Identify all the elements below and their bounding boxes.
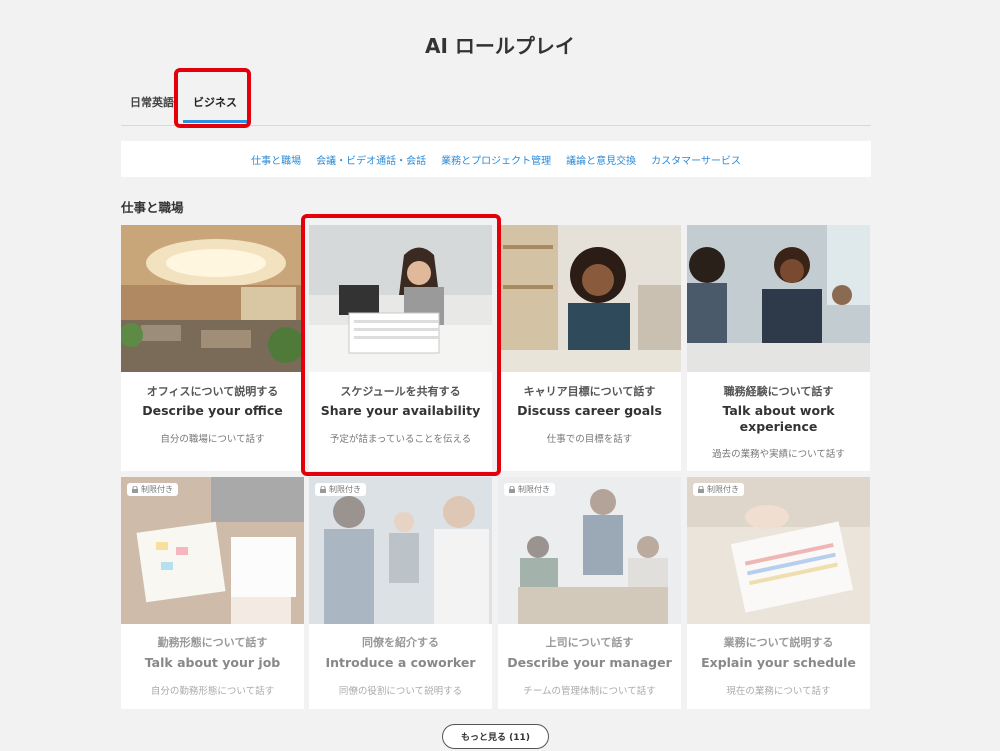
card-title-en: Talk about work experience bbox=[722, 403, 835, 434]
restricted-label: 制限付き bbox=[707, 485, 739, 494]
category-link-projects[interactable]: 業務とプロジェクト管理 bbox=[441, 152, 551, 167]
card-title-jp: 職務経験について話す bbox=[723, 385, 834, 398]
show-more-button[interactable]: もっと見る (11) bbox=[442, 724, 549, 749]
lock-icon bbox=[132, 486, 138, 493]
card-description: 過去の業務や実績について話す bbox=[712, 449, 845, 460]
lock-icon bbox=[320, 486, 326, 493]
card-description: チームの管理体制について話す bbox=[523, 686, 656, 697]
section-title: 仕事と職場 bbox=[121, 200, 184, 215]
highlight-box-share-availability bbox=[301, 214, 501, 476]
restricted-label: 制限付き bbox=[141, 485, 173, 494]
roleplay-card-introduce-coworker[interactable]: 制限付き 同僚を紹介する Introduce a coworker 同僚の役割に… bbox=[309, 477, 492, 709]
category-link-work[interactable]: 仕事と職場 bbox=[251, 152, 301, 167]
card-title-jp: 業務について説明する bbox=[723, 636, 834, 649]
card-title-jp: キャリア目標について話す bbox=[523, 385, 656, 398]
card-title-jp: 同僚を紹介する bbox=[362, 636, 439, 649]
card-description: 仕事での目標を話す bbox=[546, 434, 633, 445]
roleplay-card-explain-schedule[interactable]: 制限付き 業務について説明する Explain your schedule 現在… bbox=[687, 477, 870, 709]
card-description: 自分の職場について話す bbox=[160, 434, 265, 445]
card-image-desk-planning bbox=[121, 477, 304, 624]
category-link-discussion[interactable]: 議論と意見交換 bbox=[566, 152, 636, 167]
card-description: 現在の業務について話す bbox=[726, 686, 831, 697]
card-title-en: Describe your office bbox=[142, 403, 283, 418]
restricted-label: 制限付き bbox=[329, 485, 361, 494]
card-title-en: Introduce a coworker bbox=[325, 655, 476, 670]
card-title-en: Describe your manager bbox=[507, 655, 672, 670]
card-title-en: Talk about your job bbox=[144, 655, 281, 670]
roleplay-card-career-goals[interactable]: キャリア目標について話す Discuss career goals 仕事での目標… bbox=[498, 225, 681, 471]
category-link-meetings[interactable]: 会議・ビデオ通話・会話 bbox=[316, 152, 426, 167]
card-title-en: Explain your schedule bbox=[701, 655, 856, 670]
card-image-documents bbox=[687, 477, 870, 624]
card-image-meeting bbox=[687, 225, 870, 372]
restricted-badge: 制限付き bbox=[693, 483, 744, 496]
roleplay-card-work-experience[interactable]: 職務経験について話す Talk about work experience 過去… bbox=[687, 225, 870, 471]
page-title: AI ロールプレイ bbox=[425, 34, 575, 58]
category-link-customer-service[interactable]: カスタマーサービス bbox=[651, 152, 741, 167]
card-image-office bbox=[121, 225, 304, 372]
lock-icon bbox=[509, 486, 515, 493]
card-image-team-meeting bbox=[498, 477, 681, 624]
roleplay-card-describe-office[interactable]: オフィスについて説明する Describe your office 自分の職場に… bbox=[121, 225, 304, 471]
restricted-badge: 制限付き bbox=[315, 483, 366, 496]
tab-daily-english[interactable]: 日常英語 bbox=[130, 94, 174, 110]
card-title-en: Discuss career goals bbox=[517, 403, 662, 418]
lock-icon bbox=[698, 486, 704, 493]
card-image-coworkers bbox=[309, 477, 492, 624]
category-bar: 仕事と職場 会議・ビデオ通話・会話 業務とプロジェクト管理 議論と意見交換 カス… bbox=[121, 141, 871, 177]
card-description: 自分の勤務形態について話す bbox=[150, 686, 275, 697]
card-title-jp: 勤務形態について話す bbox=[157, 636, 268, 649]
card-title-jp: 上司について話す bbox=[545, 636, 634, 649]
roleplay-card-describe-manager[interactable]: 制限付き 上司について話す Describe your manager チームの… bbox=[498, 477, 681, 709]
card-title-jp: オフィスについて説明する bbox=[146, 385, 279, 398]
restricted-badge: 制限付き bbox=[127, 483, 178, 496]
restricted-badge: 制限付き bbox=[504, 483, 555, 496]
restricted-label: 制限付き bbox=[518, 485, 550, 494]
card-description: 同僚の役割について説明する bbox=[338, 686, 463, 697]
roleplay-card-talk-about-job[interactable]: 制限付き 勤務形態について話す Talk about your job 自分の勤… bbox=[121, 477, 304, 709]
card-image-career-discussion bbox=[498, 225, 681, 372]
highlight-box-business-tab bbox=[174, 68, 251, 128]
